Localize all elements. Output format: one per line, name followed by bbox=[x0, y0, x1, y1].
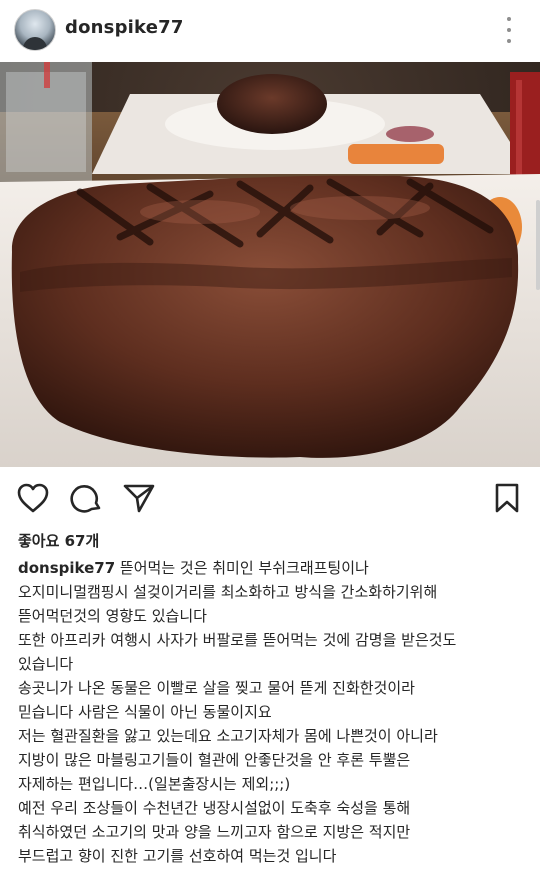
caption-line: 지방이 많은 마블링고기들이 혈관에 안좋단것을 안 후론 투뿔은 bbox=[18, 751, 411, 769]
caption-line: 취식하였던 소고기의 맛과 양을 느끼고자 함으로 지방은 적지만 bbox=[18, 823, 411, 841]
post-caption: donspike77 뜯어먹는 것은 취미인 부쉬크래프팅이나 오지미니멀캠핑시… bbox=[18, 556, 533, 868]
bookmark-icon[interactable] bbox=[494, 482, 520, 514]
caption-line: 있습니다 bbox=[18, 655, 74, 673]
comment-icon[interactable] bbox=[70, 482, 104, 514]
more-options-icon[interactable] bbox=[500, 14, 518, 46]
heart-icon[interactable] bbox=[16, 482, 50, 514]
post-photo[interactable] bbox=[0, 62, 540, 467]
caption-line: donspike77 뜯어먹는 것은 취미인 부쉬크래프팅이나 bbox=[18, 556, 533, 580]
caption-line: 저는 혈관질환을 앓고 있는데요 소고기자체가 몸에 나쁜것이 아니라 bbox=[18, 727, 438, 745]
caption-text: 뜯어먹는 것은 취미인 부쉬크래프팅이나 bbox=[115, 559, 369, 577]
post-username[interactable]: donspike77 bbox=[65, 17, 184, 38]
caption-line: 뜯어먹던것의 영향도 있습니다 bbox=[18, 607, 207, 625]
caption-line: 오지미니멀캠핑시 설겆이거리를 최소화하고 방식을 간소화하기위해 bbox=[18, 583, 438, 601]
caption-line: 송곳니가 나온 동물은 이빨로 살을 찢고 물어 뜯게 진화한것이라 bbox=[18, 679, 415, 697]
caption-line: 자제하는 편입니다…(일본출장시는 제외;;;) bbox=[18, 775, 291, 793]
send-icon[interactable] bbox=[122, 482, 156, 514]
post-actions bbox=[0, 470, 540, 528]
scrollbar[interactable] bbox=[536, 200, 540, 290]
caption-line: 예전 우리 조상들이 수천년간 냉장시설없이 도축후 숙성을 통해 bbox=[18, 799, 411, 817]
caption-username[interactable]: donspike77 bbox=[18, 559, 115, 577]
post-header: donspike77 bbox=[0, 0, 540, 62]
steak-photo-image bbox=[0, 62, 540, 467]
caption-line: 믿습니다 사람은 식물이 아닌 동물이지요 bbox=[18, 703, 272, 721]
caption-line: 부드럽고 향이 진한 고기를 선호하여 먹는것 입니다 bbox=[18, 847, 337, 865]
likes-count[interactable]: 좋아요 67개 bbox=[18, 530, 99, 551]
avatar[interactable] bbox=[14, 9, 56, 51]
caption-line: 또한 아프리카 여행시 사자가 버팔로를 뜯어먹는 것에 감명을 받은것도 bbox=[18, 631, 457, 649]
